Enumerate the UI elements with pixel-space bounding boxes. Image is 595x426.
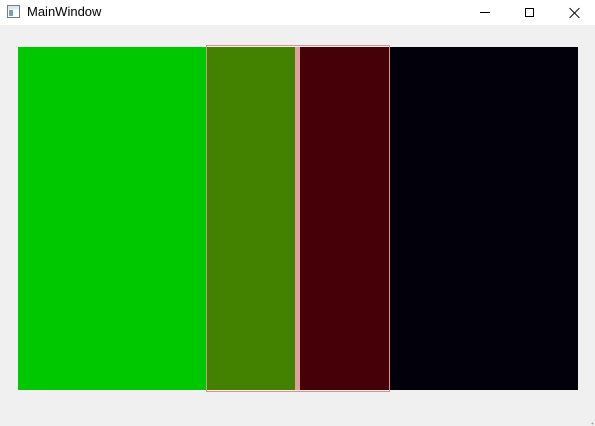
main-window: MainWindow — [0, 0, 595, 426]
maroon-panel — [300, 47, 390, 390]
minimize-icon — [479, 12, 490, 13]
minimize-button[interactable] — [462, 0, 507, 25]
maximize-icon — [525, 8, 534, 17]
title-bar[interactable]: MainWindow — [0, 0, 595, 25]
window-title: MainWindow — [27, 4, 102, 19]
close-button[interactable] — [552, 0, 595, 25]
size-grip-icon[interactable] — [591, 422, 594, 425]
green-panel — [18, 47, 206, 390]
black-panel — [390, 47, 578, 390]
color-canvas — [18, 47, 578, 390]
olive-panel — [206, 47, 295, 390]
maximize-button[interactable] — [507, 0, 552, 25]
close-icon — [569, 7, 581, 19]
window-icon[interactable] — [7, 5, 20, 18]
